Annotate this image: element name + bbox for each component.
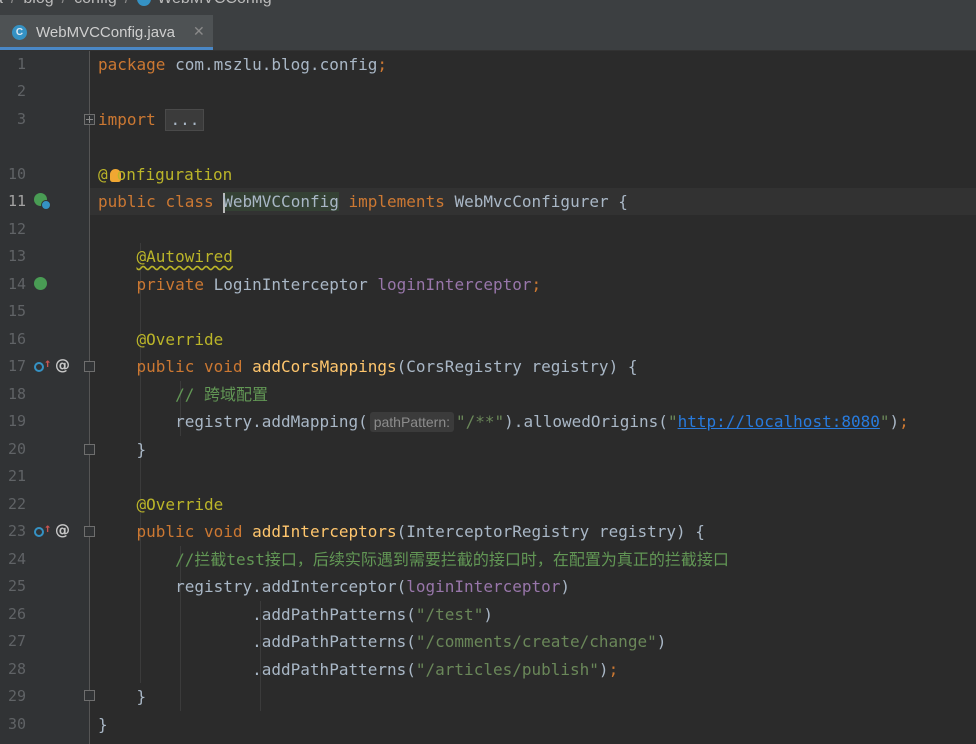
line-number: 23 (7, 522, 26, 540)
line-number: 22 (7, 495, 26, 513)
code-line: package com.mszlu.blog.config; (98, 55, 387, 74)
spring-autowired-icon[interactable] (34, 277, 47, 290)
line-number: 18 (7, 385, 26, 403)
code-line: } (98, 715, 108, 734)
code-line: .addPathPatterns("/articles/publish"); (252, 660, 619, 679)
at-sign-icon[interactable]: @ (55, 356, 70, 374)
code-line: // 跨域配置 (175, 385, 268, 404)
line-number: 1 (16, 55, 26, 73)
tab-webmvcconfig[interactable]: C WebMVCConfig.java ✕ (0, 15, 213, 50)
arrow-up-icon: ↑ (44, 521, 52, 535)
line-number: 3 (16, 110, 26, 128)
arrow-up-icon: ↑ (44, 356, 52, 370)
code-line: } (136, 440, 147, 459)
code-line: } (136, 687, 147, 706)
breadcrumb-item[interactable]: blog (23, 0, 53, 8)
breadcrumb-separator: / (62, 0, 66, 8)
code-line: .addPathPatterns("/test") (252, 605, 493, 624)
code-line: private LoginInterceptor loginIntercepto… (136, 275, 542, 294)
at-sign-icon[interactable]: @ (55, 521, 70, 539)
override-method-icon[interactable] (34, 527, 44, 537)
breadcrumb-file[interactable]: WebMVCConfig (157, 0, 271, 8)
line-number: 13 (7, 247, 26, 265)
class-icon (137, 0, 152, 6)
line-number: 19 (7, 412, 26, 430)
close-icon[interactable]: ✕ (193, 23, 205, 40)
line-number: 10 (7, 165, 26, 183)
code-line: import ... (98, 106, 205, 133)
editor-tab-bar: C WebMVCConfig.java ✕ (0, 15, 976, 51)
code-line: .addPathPatterns("/comments/create/chang… (252, 632, 667, 651)
tab-label: WebMVCConfig.java (36, 24, 175, 41)
code-line: @ onfiguration (98, 165, 233, 184)
code-line: @Override (136, 330, 224, 349)
code-line: registry.addMapping(pathPattern: "/**").a… (175, 412, 909, 432)
code-line: //拦截test接口，后续实际遇到需要拦截的接口时，在配置为真正的拦截接口 (175, 550, 729, 569)
url-link[interactable]: http://localhost:8080 (678, 412, 880, 431)
line-number: 28 (7, 660, 26, 678)
breadcrumb: a / blog / config / WebMVCConfig (0, 0, 976, 15)
active-tab-indicator (0, 47, 213, 50)
line-number: 16 (7, 330, 26, 348)
code-line: public void addCorsMappings(CorsRegistry… (136, 357, 638, 376)
code-line: @Override (136, 495, 224, 514)
line-number-current: 11 (7, 192, 26, 210)
line-number: 21 (7, 467, 26, 485)
code-line: public class WebMVCConfig implements Web… (98, 192, 628, 213)
collapse-fold-icon[interactable] (84, 361, 95, 372)
line-number: 20 (7, 440, 26, 458)
line-number: 2 (16, 82, 26, 100)
line-number: 14 (7, 275, 26, 293)
code-line: @Autowired (136, 247, 233, 266)
line-number: 29 (7, 687, 26, 705)
code-editor[interactable]: 1 2 3 10 11 12 13 14 15 16 17 18 19 20 2… (0, 51, 976, 744)
java-class-icon: C (12, 25, 27, 40)
line-number: 15 (7, 302, 26, 320)
line-number: 30 (7, 715, 26, 733)
code-line: public void addInterceptors(InterceptorR… (136, 522, 705, 541)
line-number: 26 (7, 605, 26, 623)
spring-bean-icon[interactable] (34, 193, 51, 210)
expand-fold-icon[interactable] (84, 114, 95, 125)
code-line: registry.addInterceptor(loginInterceptor… (175, 577, 571, 596)
line-number: 24 (7, 550, 26, 568)
collapse-fold-icon[interactable] (84, 690, 95, 701)
breadcrumb-item[interactable]: config (74, 0, 117, 8)
override-method-icon[interactable] (34, 362, 44, 372)
line-number: 27 (7, 632, 26, 650)
line-number: 25 (7, 577, 26, 595)
collapse-fold-icon[interactable] (84, 444, 95, 455)
gutter-divider (89, 51, 90, 744)
parameter-hint: pathPattern: (369, 412, 454, 432)
collapse-fold-icon[interactable] (84, 526, 95, 537)
line-number: 17 (7, 357, 26, 375)
breadcrumb-item[interactable]: a (0, 0, 3, 8)
line-number: 12 (7, 220, 26, 238)
breadcrumb-separator: / (11, 0, 15, 8)
breadcrumb-separator: / (125, 0, 129, 8)
folded-imports[interactable]: ... (165, 109, 205, 131)
